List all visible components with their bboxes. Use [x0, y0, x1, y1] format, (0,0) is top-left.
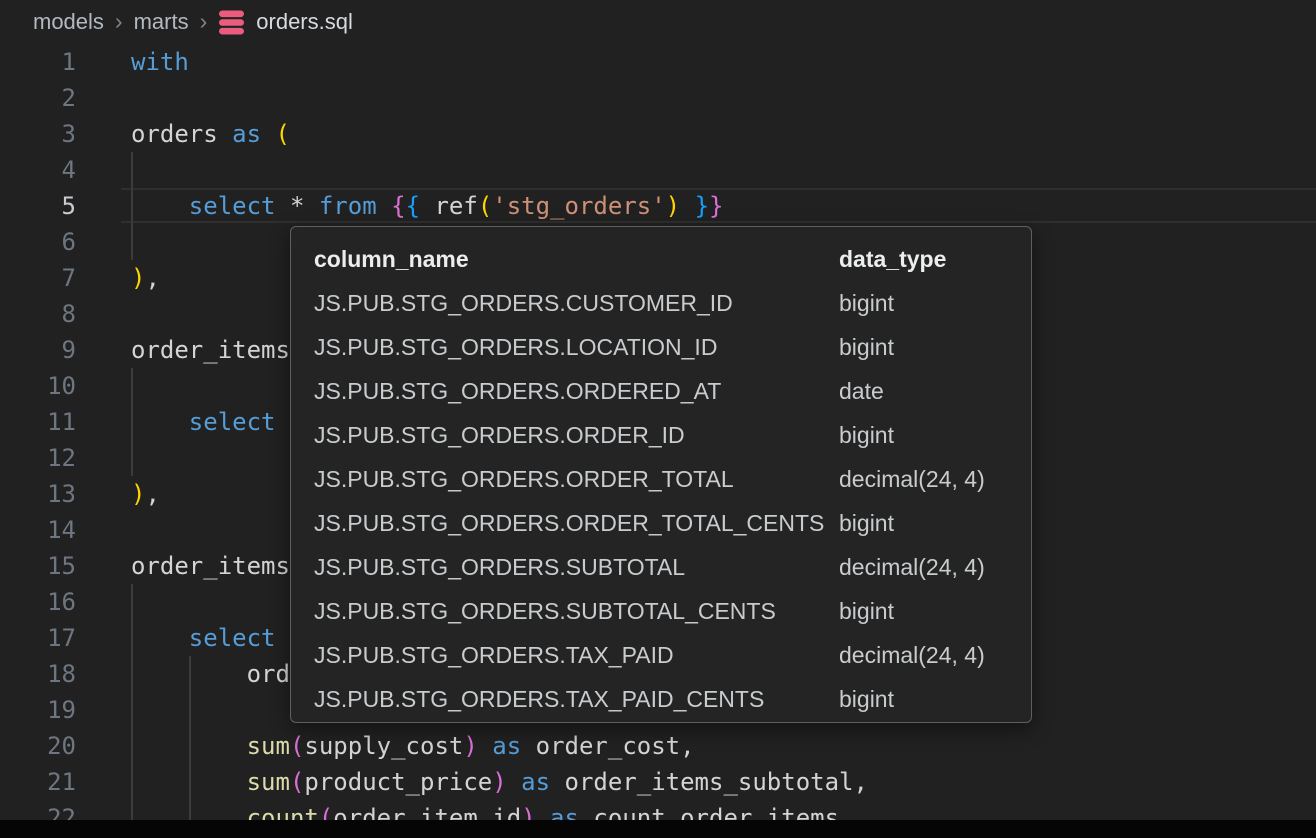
popup-cell-data-type: bigint — [839, 334, 894, 361]
popup-header-column-name: column_name — [314, 246, 839, 273]
line-number[interactable]: 21 — [0, 764, 76, 800]
code-text: sum(supply_cost) as order_cost, — [131, 728, 695, 764]
breadcrumb-file-name[interactable]: orders.sql — [256, 9, 353, 35]
breadcrumb-separator-icon: › — [200, 8, 208, 35]
popup-cell-column-name: JS.PUB.STG_ORDERS.LOCATION_ID — [314, 334, 839, 361]
code-text: with — [131, 44, 189, 80]
popup-row: JS.PUB.STG_ORDERS.TAX_PAIDdecimal(24, 4) — [291, 633, 1031, 677]
line-number[interactable]: 4 — [0, 152, 76, 188]
popup-row: JS.PUB.STG_ORDERS.LOCATION_IDbigint — [291, 325, 1031, 369]
column-info-popup: column_name data_type JS.PUB.STG_ORDERS.… — [290, 226, 1032, 723]
database-icon — [218, 10, 245, 35]
popup-cell-data-type: bigint — [839, 510, 894, 537]
line-number[interactable]: 3 — [0, 116, 76, 152]
popup-cell-data-type: date — [839, 378, 884, 405]
indent-guide-line — [131, 152, 133, 188]
code-text: order_items — [131, 332, 290, 368]
popup-cell-data-type: bigint — [839, 290, 894, 317]
code-line[interactable]: 1 with — [0, 44, 1316, 80]
indent-guide-line — [131, 368, 133, 404]
editor-window: models › marts › orders.sql 1 with 23 order… — [0, 0, 1316, 838]
code-text: select — [131, 404, 276, 440]
line-number[interactable]: 16 — [0, 584, 76, 620]
code-text: select — [131, 620, 276, 656]
line-number[interactable]: 7 — [0, 260, 76, 296]
line-number[interactable]: 22 — [0, 800, 76, 820]
popup-rows: JS.PUB.STG_ORDERS.CUSTOMER_IDbigintJS.PU… — [291, 281, 1031, 721]
code-text: ord — [131, 656, 290, 692]
popup-cell-column-name: JS.PUB.STG_ORDERS.SUBTOTAL_CENTS — [314, 598, 839, 625]
code-text: count(order_item_id) as count_order_item… — [131, 800, 839, 820]
popup-row: JS.PUB.STG_ORDERS.CUSTOMER_IDbigint — [291, 281, 1031, 325]
popup-header-data-type: data_type — [839, 246, 946, 273]
popup-cell-data-type: bigint — [839, 422, 894, 449]
popup-cell-data-type: decimal(24, 4) — [839, 466, 985, 493]
code-text: ), — [131, 260, 160, 296]
line-number[interactable]: 8 — [0, 296, 76, 332]
line-number[interactable]: 19 — [0, 692, 76, 728]
popup-cell-column-name: JS.PUB.STG_ORDERS.TAX_PAID_CENTS — [314, 686, 839, 713]
line-number[interactable]: 1 — [0, 44, 76, 80]
line-number[interactable]: 12 — [0, 440, 76, 476]
line-number[interactable]: 13 — [0, 476, 76, 512]
popup-header-row: column_name data_type — [291, 237, 1031, 281]
indent-guide-line — [131, 692, 133, 728]
line-number[interactable]: 6 — [0, 224, 76, 260]
code-line[interactable]: 5 select * from {{ ref('stg_orders') }} — [0, 188, 1316, 224]
popup-cell-column-name: JS.PUB.STG_ORDERS.ORDER_ID — [314, 422, 839, 449]
code-text: ), — [131, 476, 160, 512]
code-line[interactable]: 4 — [0, 152, 1316, 188]
popup-cell-data-type: bigint — [839, 598, 894, 625]
popup-row: JS.PUB.STG_ORDERS.ORDER_TOTALdecimal(24,… — [291, 457, 1031, 501]
code-line[interactable]: 21 sum(product_price) as order_items_sub… — [0, 764, 1316, 800]
line-number[interactable]: 2 — [0, 80, 76, 116]
line-number[interactable]: 20 — [0, 728, 76, 764]
code-line[interactable]: 20 sum(supply_cost) as order_cost, — [0, 728, 1316, 764]
line-number[interactable]: 14 — [0, 512, 76, 548]
indent-guide-line — [131, 224, 133, 260]
line-number[interactable]: 18 — [0, 656, 76, 692]
code-editor[interactable]: 1 with 23 orders as ( 45 select * from {{ re… — [0, 44, 1316, 820]
popup-cell-column-name: JS.PUB.STG_ORDERS.TAX_PAID — [314, 642, 839, 669]
bottom-bar — [0, 820, 1316, 838]
popup-cell-column-name: JS.PUB.STG_ORDERS.ORDERED_AT — [314, 378, 839, 405]
popup-cell-column-name: JS.PUB.STG_ORDERS.ORDER_TOTAL — [314, 466, 839, 493]
line-number[interactable]: 15 — [0, 548, 76, 584]
breadcrumb-separator-icon: › — [115, 8, 123, 35]
line-number[interactable]: 11 — [0, 404, 76, 440]
breadcrumb-item-models[interactable]: models — [33, 9, 104, 35]
popup-row: JS.PUB.STG_ORDERS.TAX_PAID_CENTSbigint — [291, 677, 1031, 721]
code-line[interactable]: 2 — [0, 80, 1316, 116]
popup-cell-data-type: bigint — [839, 686, 894, 713]
popup-row: JS.PUB.STG_ORDERS.ORDER_IDbigint — [291, 413, 1031, 457]
indent-guide-line — [131, 440, 133, 476]
code-text: orders as ( — [131, 116, 290, 152]
breadcrumb-item-marts[interactable]: marts — [134, 9, 189, 35]
popup-row: JS.PUB.STG_ORDERS.SUBTOTAL_CENTSbigint — [291, 589, 1031, 633]
popup-row: JS.PUB.STG_ORDERS.ORDER_TOTAL_CENTSbigin… — [291, 501, 1031, 545]
line-number[interactable]: 10 — [0, 368, 76, 404]
breadcrumb: models › marts › orders.sql — [0, 0, 1316, 44]
popup-row: JS.PUB.STG_ORDERS.SUBTOTALdecimal(24, 4) — [291, 545, 1031, 589]
popup-cell-column-name: JS.PUB.STG_ORDERS.CUSTOMER_ID — [314, 290, 839, 317]
code-text: select * from {{ ref('stg_orders') }} — [131, 188, 723, 224]
indent-guide-line — [189, 692, 191, 728]
line-number[interactable]: 17 — [0, 620, 76, 656]
popup-row: JS.PUB.STG_ORDERS.ORDERED_ATdate — [291, 369, 1031, 413]
line-number[interactable]: 5 — [0, 188, 76, 224]
popup-cell-data-type: decimal(24, 4) — [839, 642, 985, 669]
code-line[interactable]: 3 orders as ( — [0, 116, 1316, 152]
popup-cell-data-type: decimal(24, 4) — [839, 554, 985, 581]
code-text: sum(product_price) as order_items_subtot… — [131, 764, 868, 800]
indent-guide-line — [131, 584, 133, 620]
line-number[interactable]: 9 — [0, 332, 76, 368]
code-text: order_items — [131, 548, 290, 584]
popup-cell-column-name: JS.PUB.STG_ORDERS.ORDER_TOTAL_CENTS — [314, 510, 839, 537]
code-line[interactable]: 22 count(order_item_id) as count_order_i… — [0, 800, 1316, 820]
popup-cell-column-name: JS.PUB.STG_ORDERS.SUBTOTAL — [314, 554, 839, 581]
